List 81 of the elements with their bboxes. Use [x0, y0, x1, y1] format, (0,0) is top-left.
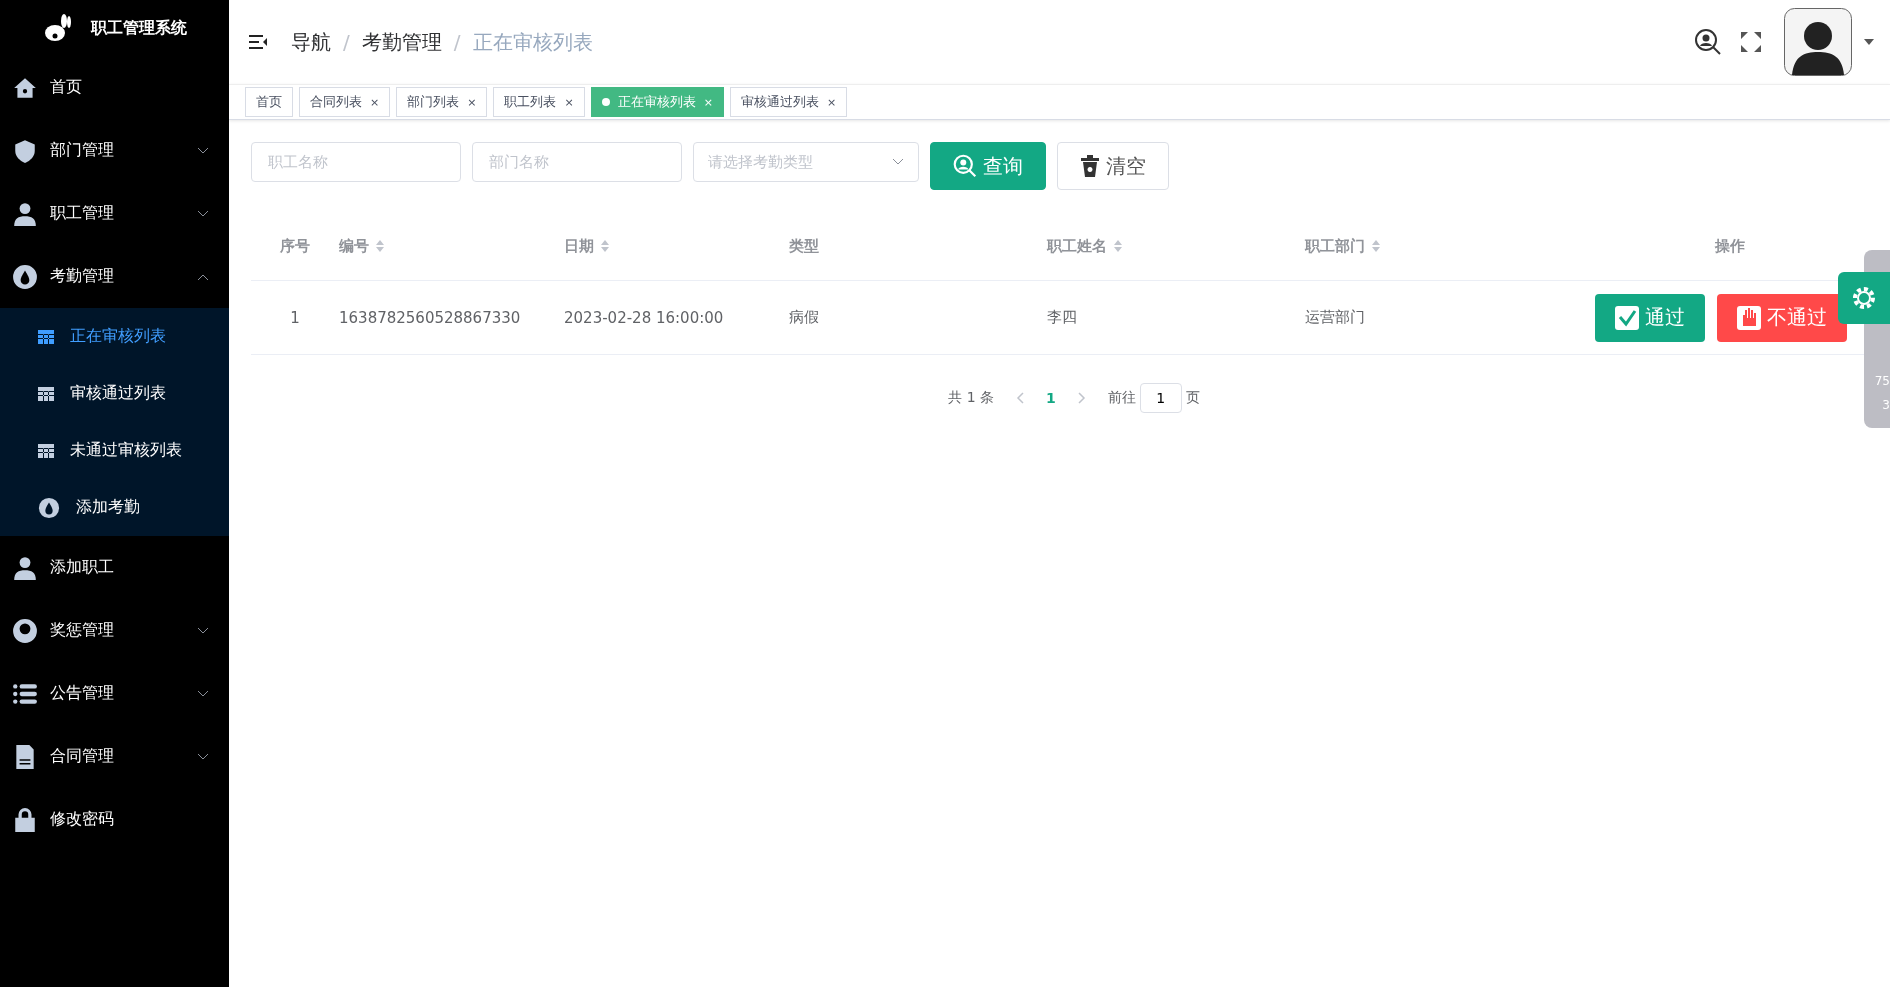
chevron-down-icon [892, 158, 904, 166]
rabbit-logo-icon [42, 14, 73, 42]
check-icon [1615, 305, 1639, 330]
table-cell-text: 运营部门 [1305, 308, 1366, 327]
sort-icon[interactable] [600, 239, 610, 253]
column-header: 序号 [280, 236, 310, 256]
grid-icon [38, 443, 54, 458]
table-cell-text: 1 [289, 308, 301, 327]
widget-reading: 3 [1882, 398, 1890, 412]
page-input[interactable]: 1 [1139, 383, 1182, 413]
gear-icon [1850, 284, 1878, 312]
table-cell-text: 1638782560528867330 [339, 308, 522, 327]
chevron-down-icon [197, 209, 209, 218]
hand-icon [1737, 305, 1761, 330]
page-tab[interactable]: 职工列表 × [493, 87, 585, 117]
page-tab[interactable]: 审核通过列表 × [729, 87, 848, 117]
goto-label: 前往 [1107, 389, 1136, 407]
menu-item[interactable]: 首页 [0, 56, 229, 119]
breadcrumb-separator: / [453, 30, 461, 54]
column-header: 操作 [1715, 236, 1745, 256]
lock-icon [12, 806, 38, 833]
sort-icon[interactable] [1371, 239, 1381, 253]
breadcrumb-link[interactable]: 导航 [291, 28, 331, 56]
menu-item[interactable]: 考勤管理 [0, 245, 229, 308]
trash-icon [1080, 155, 1100, 177]
table-cell-text: 2023-02-28 16:00:00 [564, 308, 725, 327]
submenu-item[interactable]: 添加考勤 [0, 479, 229, 536]
page-tab[interactable]: 部门列表 × [396, 87, 488, 117]
page-tab[interactable]: 合同列表 × [299, 87, 391, 117]
sort-icon[interactable] [1113, 239, 1123, 253]
chevron-down-icon [197, 752, 209, 761]
table-cell-text: 病假 [789, 308, 820, 327]
user-search-icon[interactable] [1694, 28, 1722, 56]
menu-item[interactable]: 奖惩管理 [0, 599, 229, 662]
drop-icon [38, 496, 60, 519]
close-icon[interactable]: × [826, 95, 837, 109]
breadcrumb-separator: / [343, 30, 350, 54]
shield-icon [12, 137, 38, 164]
chevron-down-icon [197, 689, 209, 698]
sort-icon[interactable] [375, 239, 385, 253]
chevron-down-icon [197, 146, 209, 155]
submenu-item[interactable]: 审核通过列表 [0, 365, 229, 422]
clear-button[interactable]: 清空 [1057, 142, 1169, 190]
table-cell-text: 李四 [1047, 308, 1078, 327]
avatar[interactable] [1784, 8, 1852, 76]
fullscreen-icon[interactable] [1740, 31, 1762, 53]
chevron-up-icon [197, 272, 209, 281]
drop-icon [12, 263, 38, 290]
column-header: 类型 [789, 236, 819, 256]
next-page-icon[interactable] [1077, 392, 1086, 404]
person-icon [12, 200, 38, 227]
breadcrumb-link[interactable]: 考勤管理 [361, 28, 442, 56]
close-icon[interactable]: × [564, 95, 574, 109]
app-title: 职工管理系统 [90, 17, 187, 39]
menu-item[interactable]: 合同管理 [0, 725, 229, 788]
widget-reading: 75 [1874, 374, 1890, 388]
grid-icon [38, 329, 54, 344]
menu-item[interactable]: 公告管理 [0, 662, 229, 725]
active-dot [601, 98, 610, 106]
search-icon [953, 154, 977, 178]
grid-icon [38, 386, 54, 401]
menu-item[interactable]: 添加职工 [0, 536, 229, 599]
close-icon[interactable]: × [467, 95, 477, 109]
person-icon [12, 554, 38, 581]
breadcrumb-current: 正在审核列表 [472, 28, 593, 56]
total-count: 共 1 条 [948, 389, 995, 407]
menu-item[interactable]: 修改密码 [0, 788, 229, 851]
submenu-item[interactable]: 正在审核列表 [0, 308, 229, 365]
input-field[interactable]: 职工名称 [251, 142, 461, 182]
submenu-item[interactable]: 未通过审核列表 [0, 422, 229, 479]
page-tab[interactable]: 首页 [245, 87, 293, 117]
menu-item[interactable]: 部门管理 [0, 119, 229, 182]
close-icon[interactable]: × [370, 95, 380, 109]
settings-button[interactable] [1838, 272, 1890, 324]
page-suffix: 页 [1185, 389, 1200, 407]
input-field[interactable]: 部门名称 [472, 142, 682, 182]
menu-icon[interactable] [249, 35, 267, 49]
caret-icon[interactable] [1864, 39, 1874, 45]
chevron-down-icon [197, 626, 209, 635]
prev-page-icon[interactable] [1016, 392, 1025, 404]
menu-item[interactable]: 职工管理 [0, 182, 229, 245]
